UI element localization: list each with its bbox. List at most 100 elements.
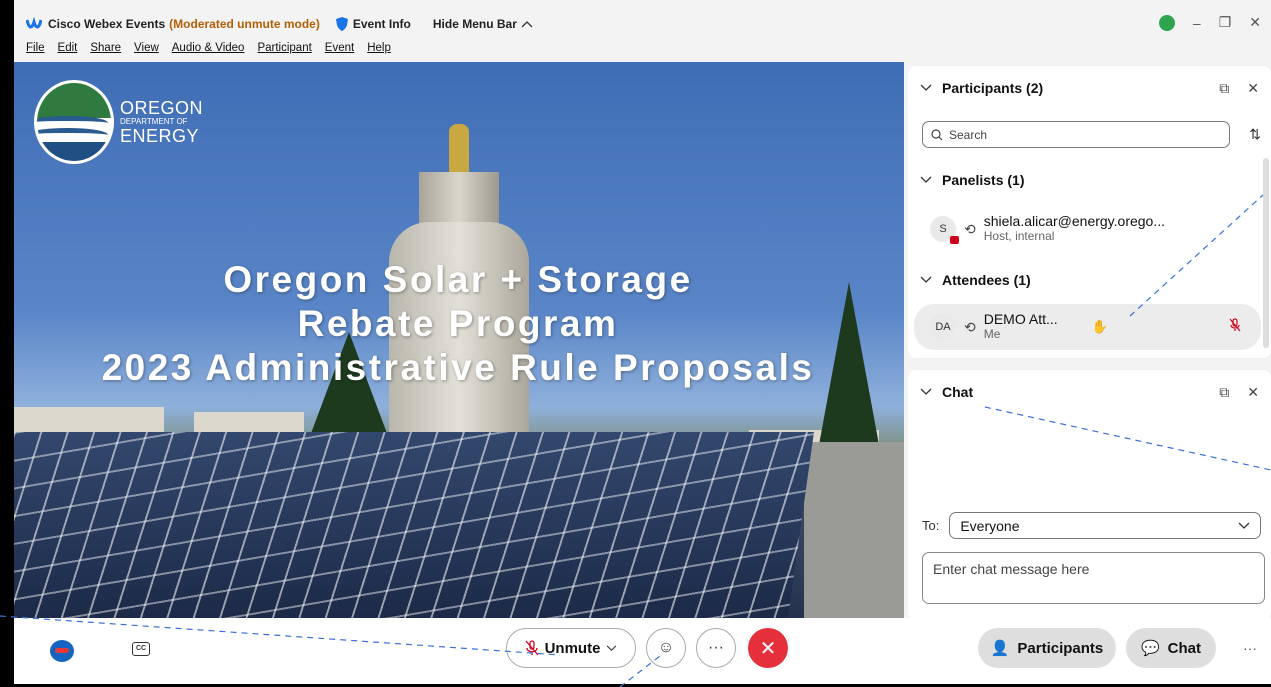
more-icon[interactable]: ··· [1243, 640, 1257, 656]
attendees-section-header[interactable]: Attendees (1) [920, 272, 1031, 288]
title-bar: Cisco Webex Events (Moderated unmute mod… [14, 8, 1271, 40]
chevron-up-icon [521, 21, 533, 28]
chat-button-label: Chat [1167, 639, 1202, 657]
participants-icon: 👤 [990, 640, 1010, 657]
reactions-icon: ☺ [657, 639, 675, 656]
participant-role: Host, internal [983, 229, 1055, 243]
chevron-down-icon[interactable] [606, 644, 617, 652]
menu-view[interactable]: View [134, 42, 159, 62]
slide-title: Oregon Solar + Storage Rebate Program 20… [14, 258, 904, 390]
chevron-down-icon [920, 388, 932, 395]
logo-line-energy: ENERGY [120, 126, 200, 146]
chevron-down-icon [920, 176, 932, 183]
webex-assistant-icon[interactable] [50, 640, 74, 662]
oregon-energy-seal-icon [34, 80, 114, 164]
slide-title-line: Oregon Solar + Storage [223, 259, 693, 300]
search-placeholder: Search [949, 127, 988, 142]
menu-participant[interactable]: Participant [257, 42, 311, 62]
unmute-label: Unmute [544, 639, 601, 657]
solar-panels-image [14, 432, 814, 618]
close-window-icon[interactable]: ✕ [1249, 14, 1261, 31]
avatar-initials: S [939, 223, 947, 235]
shared-content-stage: OREGON DEPARTMENT OF ENERGY Oregon Solar… [14, 62, 904, 618]
restore-icon[interactable]: ❐ [1219, 14, 1232, 31]
chat-header[interactable]: Chat [920, 384, 973, 400]
shield-icon [335, 17, 348, 31]
participants-toggle-button[interactable]: 👤 Participants [978, 628, 1116, 668]
slide-title-line: Rebate Program [297, 303, 619, 344]
chat-to-label: To: [922, 518, 940, 533]
chat-recipient-value: Everyone [960, 517, 1020, 534]
participants-button-label: Participants [1017, 639, 1104, 657]
video-off-icon [950, 236, 959, 244]
chevron-down-icon [920, 276, 932, 283]
popout-icon[interactable]: ⧉ [1219, 80, 1229, 97]
chat-message-input[interactable]: Enter chat message here [922, 552, 1265, 604]
close-icon[interactable]: ✕ [1247, 80, 1259, 97]
chat-header-icons: ⧉ ✕ [1219, 384, 1259, 401]
participant-name: DEMO Att... [983, 311, 1058, 327]
menu-bar: File Edit Share View Audio & Video Parti… [14, 42, 391, 62]
chat-recipient-select[interactable]: Everyone [949, 512, 1262, 539]
close-icon: ✕ [759, 637, 777, 660]
popout-icon[interactable]: ⧉ [1219, 384, 1229, 401]
meeting-toolbar: CC Unmute ☺ ··· ✕ 👤 Participants 💬 Chat … [14, 618, 1271, 684]
menu-edit[interactable]: Edit [58, 42, 78, 62]
avatar: S [930, 216, 959, 244]
avatar: DA [930, 314, 956, 340]
close-icon[interactable]: ✕ [1247, 384, 1259, 401]
sync-icon: ⟲ [964, 220, 976, 237]
chat-input-placeholder: Enter chat message here [933, 561, 1090, 577]
menu-file[interactable]: File [26, 42, 45, 62]
reactions-button[interactable]: ☺ [646, 628, 686, 668]
unmute-button[interactable]: Unmute [506, 628, 636, 668]
participant-search-input[interactable]: Search [922, 121, 1230, 148]
right-panel: Participants (2) ⧉ ✕ Search ⇅ Panelists … [908, 66, 1271, 620]
menu-share[interactable]: Share [90, 42, 121, 62]
connection-signal-icon[interactable] [1158, 14, 1175, 31]
chat-recipient-row: To: Everyone [922, 512, 1262, 539]
attendee-row[interactable]: DA ⟲ DEMO Att... Me ✋ [914, 304, 1261, 350]
event-info-button[interactable]: Event Info [335, 17, 411, 31]
window-controls: – ❐ ✕ [1158, 14, 1261, 31]
attendees-title: Attendees (1) [942, 272, 1031, 288]
closed-captions-icon[interactable]: CC [132, 642, 150, 656]
participants-panel: Participants (2) ⧉ ✕ Search ⇅ Panelists … [908, 66, 1271, 358]
event-info-label: Event Info [352, 17, 411, 31]
hide-menu-bar-label: Hide Menu Bar [432, 17, 517, 31]
sort-icon[interactable]: ⇅ [1249, 126, 1261, 143]
chat-title: Chat [942, 384, 974, 400]
more-options-button[interactable]: ··· [696, 628, 736, 668]
chat-bubble-icon: 💬 [1140, 640, 1160, 657]
hide-menu-bar-button[interactable]: Hide Menu Bar [433, 17, 533, 31]
panelist-row[interactable]: S ⟲ shiela.alicar@energy.orego... Host, … [914, 206, 1261, 252]
chevron-down-icon [920, 84, 932, 91]
participant-name: shiela.alicar@energy.orego... [983, 213, 1166, 229]
more-icon: ··· [708, 639, 724, 656]
minimize-icon[interactable]: – [1193, 15, 1201, 31]
menu-event[interactable]: Event [325, 42, 354, 62]
participants-scrollbar[interactable] [1263, 158, 1269, 348]
participants-header-icons: ⧉ ✕ [1219, 80, 1259, 97]
raise-hand-icon[interactable]: ✋ [1092, 319, 1108, 335]
muted-mic-icon [525, 640, 539, 656]
slide-title-line: 2023 Administrative Rule Proposals [101, 347, 815, 388]
menu-help[interactable]: Help [367, 42, 391, 62]
panelists-section-header[interactable]: Panelists (1) [920, 172, 1024, 188]
oregon-energy-logo: OREGON DEPARTMENT OF ENERGY [34, 80, 203, 164]
muted-mic-icon[interactable] [1229, 317, 1241, 337]
participant-role: Me [983, 327, 1001, 341]
menu-audio-video[interactable]: Audio & Video [172, 42, 245, 62]
participants-title: Participants (2) [942, 80, 1044, 96]
participants-header[interactable]: Participants (2) [920, 80, 1043, 96]
unmute-mode-label: (Moderated unmute mode) [169, 17, 320, 31]
panelists-title: Panelists (1) [942, 172, 1025, 188]
chat-toggle-button[interactable]: 💬 Chat [1126, 628, 1216, 668]
chevron-down-icon [1238, 522, 1250, 529]
leave-meeting-button[interactable]: ✕ [748, 628, 788, 668]
logo-line-oregon: OREGON [120, 98, 204, 118]
webex-logo-icon [26, 16, 42, 32]
search-icon [931, 128, 943, 140]
sync-icon: ⟲ [964, 318, 976, 335]
avatar-initials: DA [935, 321, 951, 333]
